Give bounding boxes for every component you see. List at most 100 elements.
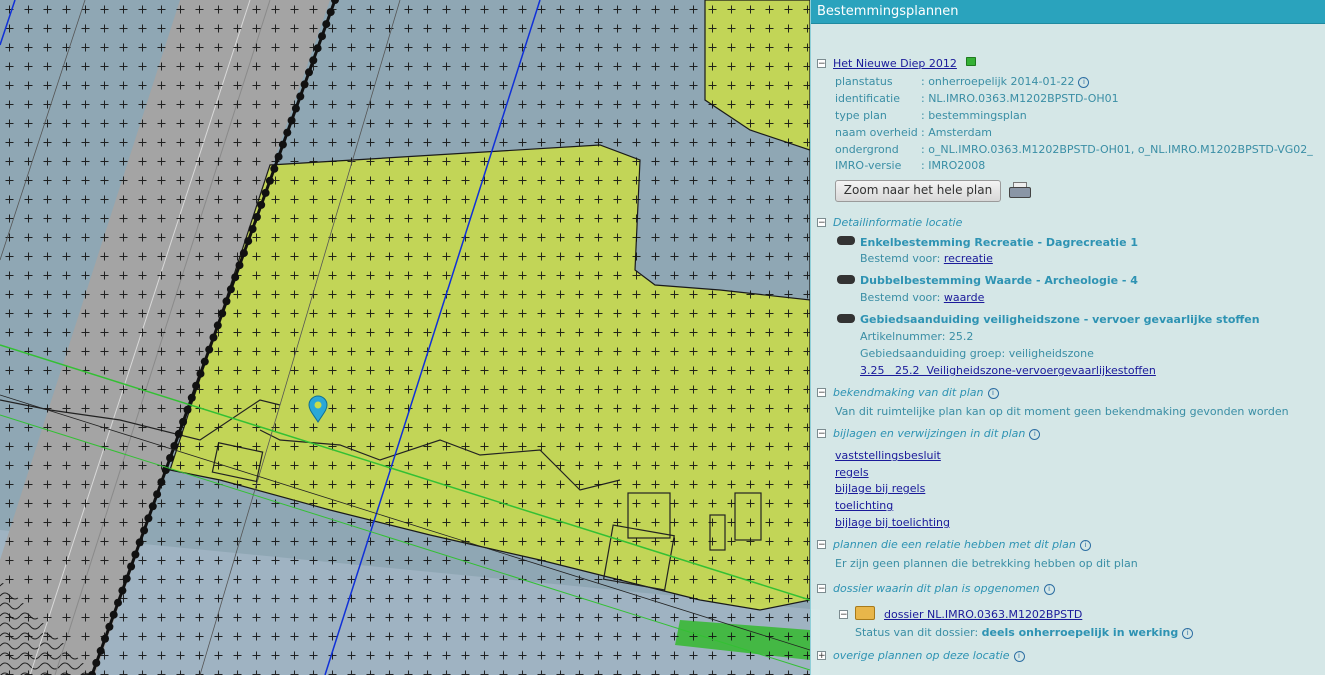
- info-panel: Bestemmingsplannen ▶ − Het Nieuwe Diep 2…: [810, 0, 1325, 675]
- railway-dot: [179, 417, 188, 426]
- railway-dot: [187, 393, 196, 402]
- railway-dot: [283, 128, 292, 137]
- cross-pattern: [0, 0, 810, 675]
- railway-dot: [209, 333, 218, 342]
- railway-dot: [309, 56, 318, 65]
- info-icon[interactable]: i: [987, 387, 999, 399]
- railway-dot: [174, 429, 183, 438]
- info-icon[interactable]: i: [1182, 627, 1194, 639]
- info-icon[interactable]: i: [1078, 76, 1090, 88]
- railway-dot: [118, 586, 127, 595]
- railway-dot: [140, 526, 149, 535]
- detail-item-label: Bestemd voor:: [860, 252, 941, 265]
- binoculars-icon[interactable]: [837, 275, 855, 284]
- detail-item-artikel: Artikelnummer: 25.2: [860, 330, 974, 343]
- type-plan-value: : bestemmingsplan: [921, 109, 1027, 122]
- detail-item-label: Bestemd voor:: [860, 291, 941, 304]
- info-icon[interactable]: i: [1013, 650, 1025, 662]
- railway-dot: [92, 658, 101, 667]
- collapse-plan-toggle[interactable]: −: [817, 59, 826, 69]
- waarde-link[interactable]: waarde: [944, 291, 985, 304]
- relatie-text: Er zijn geen plannen die betrekking hebb…: [835, 557, 1138, 570]
- railway-dot: [300, 80, 309, 89]
- detail-item-title[interactable]: Dubbelbestemming Waarde - Archeologie - …: [860, 274, 1138, 287]
- collapse-dossier-item-toggle[interactable]: −: [839, 610, 848, 620]
- railway-dot: [261, 188, 270, 197]
- planstatus-value: : onherroepelijk 2014-01-22: [921, 75, 1075, 88]
- railway-dot: [114, 598, 122, 607]
- collapse-bijlagen-toggle[interactable]: −: [817, 429, 826, 439]
- collapse-dossier-toggle[interactable]: −: [817, 584, 826, 594]
- railway-dot: [109, 610, 118, 619]
- bijlage-link[interactable]: regels: [835, 466, 869, 479]
- ondergrond-key: ondergrond: [835, 143, 899, 156]
- railway-dot: [122, 574, 131, 583]
- binoculars-icon[interactable]: [837, 314, 855, 323]
- detail-item-title[interactable]: Enkelbestemming Recreatie - Dagrecreatie…: [860, 236, 1138, 249]
- folder-icon: [855, 606, 875, 620]
- dossier-heading: dossier waarin dit plan is opgenomen: [833, 582, 1040, 595]
- identificatie-key: identificatie: [835, 92, 901, 105]
- railway-dot: [244, 237, 253, 246]
- railway-dot: [235, 261, 244, 270]
- railway-dot: [222, 297, 231, 306]
- collapse-detail-toggle[interactable]: −: [817, 218, 826, 228]
- info-icon[interactable]: i: [1043, 583, 1055, 595]
- bijlagen-heading: bijlagen en verwijzingen in dit plan: [833, 427, 1026, 440]
- planstatus-key: planstatus: [835, 75, 893, 88]
- binoculars-icon[interactable]: [837, 236, 855, 245]
- railway-dot: [248, 225, 257, 233]
- plan-name-link[interactable]: Het Nieuwe Diep 2012: [833, 57, 957, 70]
- railway-dot: [296, 92, 305, 101]
- railway-dot: [196, 369, 205, 378]
- recreatie-link[interactable]: recreatie: [944, 252, 993, 265]
- bekendmaking-text: Van dit ruimtelijke plan kan op dit mome…: [835, 405, 1289, 418]
- railway-dot: [213, 321, 222, 330]
- bijlage-link[interactable]: bijlage bij toelichting: [835, 516, 950, 529]
- railway-dot: [144, 514, 153, 523]
- print-icon[interactable]: [1009, 182, 1031, 198]
- railway-dot: [239, 249, 248, 258]
- railway-dot: [313, 44, 322, 53]
- railway-dot: [265, 176, 274, 185]
- railway-dot: [166, 454, 175, 462]
- zoom-to-plan-button[interactable]: Zoom naar het hele plan: [835, 180, 1001, 202]
- info-icon[interactable]: i: [1029, 428, 1041, 440]
- type-plan-key: type plan: [835, 109, 887, 122]
- railway-dot: [157, 478, 166, 487]
- railway-dot: [153, 490, 162, 499]
- naam-overheid-value: : Amsterdam: [921, 126, 993, 139]
- railway-dot: [257, 200, 266, 209]
- railway-dot: [205, 345, 214, 354]
- ondergrond-value: : o_NL.IMRO.0363.M1202BPSTD-OH01, o_NL.I…: [921, 143, 1313, 156]
- detail-item-title[interactable]: Gebiedsaanduiding veiligheidszone - verv…: [860, 313, 1260, 326]
- railway-dot: [274, 152, 283, 161]
- railway-dot: [131, 550, 140, 559]
- bijlage-link[interactable]: vaststellingsbesluit: [835, 449, 941, 462]
- dossier-status-value: deels onherroepelijk in werking: [981, 626, 1179, 639]
- railway-dot: [218, 309, 227, 318]
- dossier-status-label: Status van dit dossier:: [855, 626, 979, 639]
- info-icon[interactable]: i: [1079, 539, 1091, 551]
- railway-dot: [326, 8, 335, 17]
- railway-dot: [231, 273, 240, 282]
- expand-overige-toggle[interactable]: +: [817, 651, 826, 661]
- detail-item-groep: Gebiedsaanduiding groep: veiligheidszone: [860, 347, 1094, 360]
- bekendmaking-heading: bekendmaking van dit plan: [833, 386, 984, 399]
- imro-versie-key: IMRO-versie: [835, 159, 902, 172]
- naam-overheid-key: naam overheid: [835, 126, 918, 139]
- bijlage-link[interactable]: toelichting: [835, 499, 893, 512]
- collapse-relatie-toggle[interactable]: −: [817, 540, 826, 550]
- railway-dot: [287, 116, 296, 125]
- railway-dot: [252, 213, 261, 221]
- bijlage-link[interactable]: bijlage bij regels: [835, 482, 925, 495]
- veiligheidszone-link[interactable]: 3.25 25.2 Veiligheidszone-vervoergevaarl…: [860, 364, 1156, 377]
- railway-dot: [291, 104, 300, 113]
- railway-dot: [135, 538, 144, 547]
- dossier-link[interactable]: dossier NL.IMRO.0363.M1202BPSTD: [884, 608, 1082, 621]
- railway-dot: [96, 646, 105, 655]
- collapse-bekendmaking-toggle[interactable]: −: [817, 388, 826, 398]
- panel-title: Bestemmingsplannen: [811, 0, 1325, 24]
- railway-dot: [200, 357, 209, 366]
- railway-dot: [183, 405, 192, 414]
